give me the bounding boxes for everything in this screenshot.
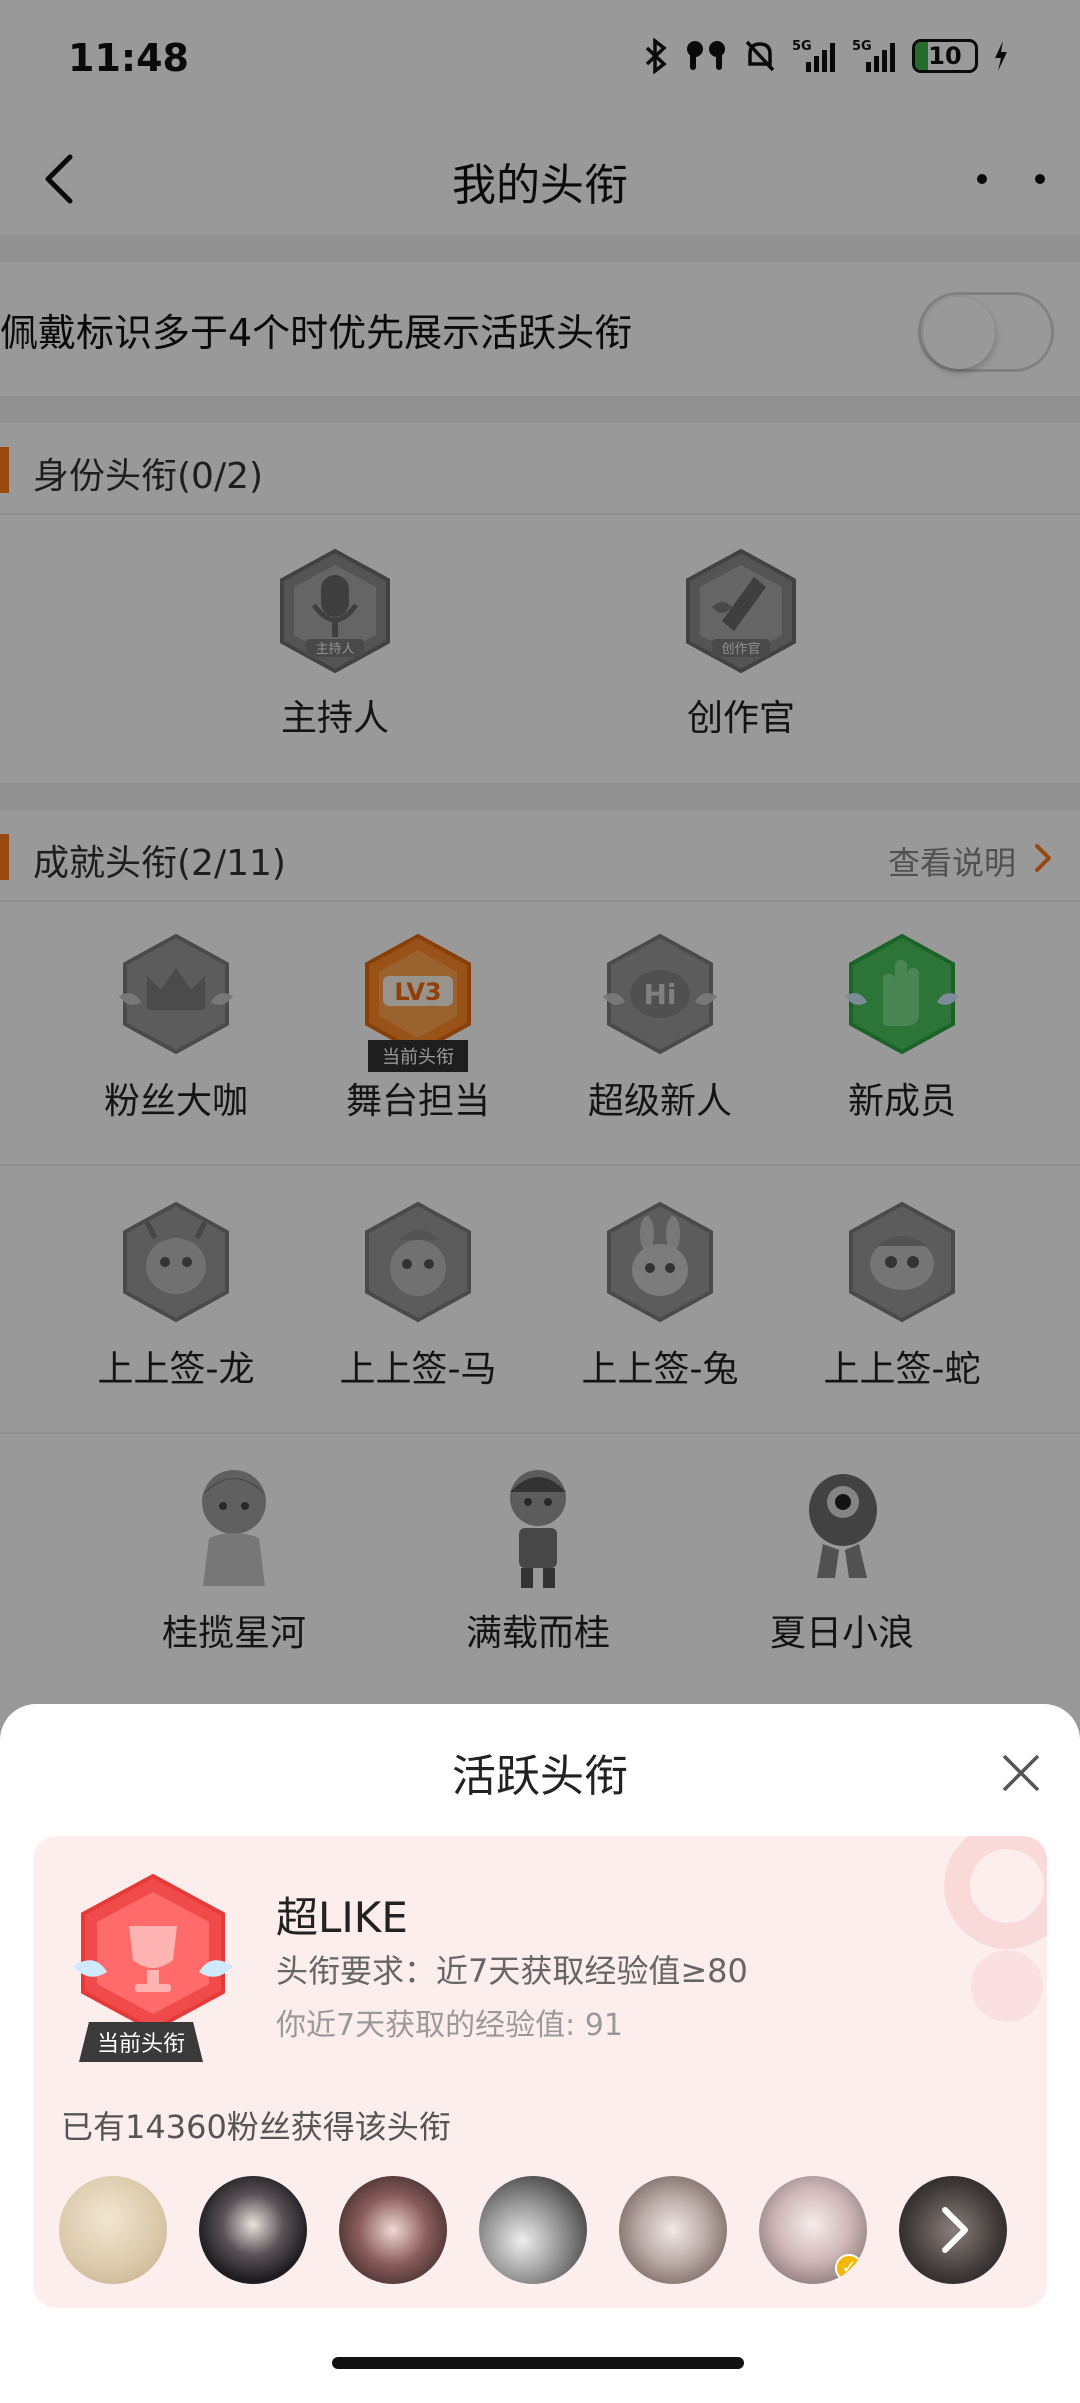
chevron-right-icon — [942, 2207, 968, 2253]
verified-badge-icon: ✓ — [835, 2254, 863, 2282]
title-requirement: 头衔要求：近7天获取经验值≥80 — [276, 1952, 748, 1990]
more-avatars-button[interactable] — [899, 2176, 1007, 2284]
active-title-sheet: 活跃头衔 当前头衔 超LIKE 头衔要求：近7天获取经验值≥80 你近7天获取的… — [0, 1704, 1080, 2403]
title-name: 超LIKE — [276, 1893, 408, 1942]
sheet-title: 活跃头衔 — [452, 1751, 628, 1802]
fans-count-text: 已有14360粉丝获得该头衔 — [61, 2108, 451, 2146]
current-title-tag: 当前头衔 — [79, 2022, 204, 2062]
title-card: 当前头衔 超LIKE 头衔要求：近7天获取经验值≥80 你近7天获取的经验值: … — [33, 1836, 1047, 2308]
fan-avatar-list: ✓ — [59, 2176, 1007, 2284]
avatar[interactable] — [479, 2176, 587, 2284]
avatar[interactable]: ✓ — [759, 2176, 867, 2284]
avatar[interactable] — [199, 2176, 307, 2284]
trophy-badge-icon — [73, 1873, 233, 2033]
user-exp-value: 你近7天获取的经验值: 91 — [276, 2008, 623, 2043]
decorative-flower-icon — [944, 1836, 1047, 2022]
avatar[interactable] — [619, 2176, 727, 2284]
avatar[interactable] — [59, 2176, 167, 2284]
close-icon[interactable] — [1000, 1752, 1042, 1794]
home-indicator — [332, 2357, 744, 2369]
avatar[interactable] — [339, 2176, 447, 2284]
